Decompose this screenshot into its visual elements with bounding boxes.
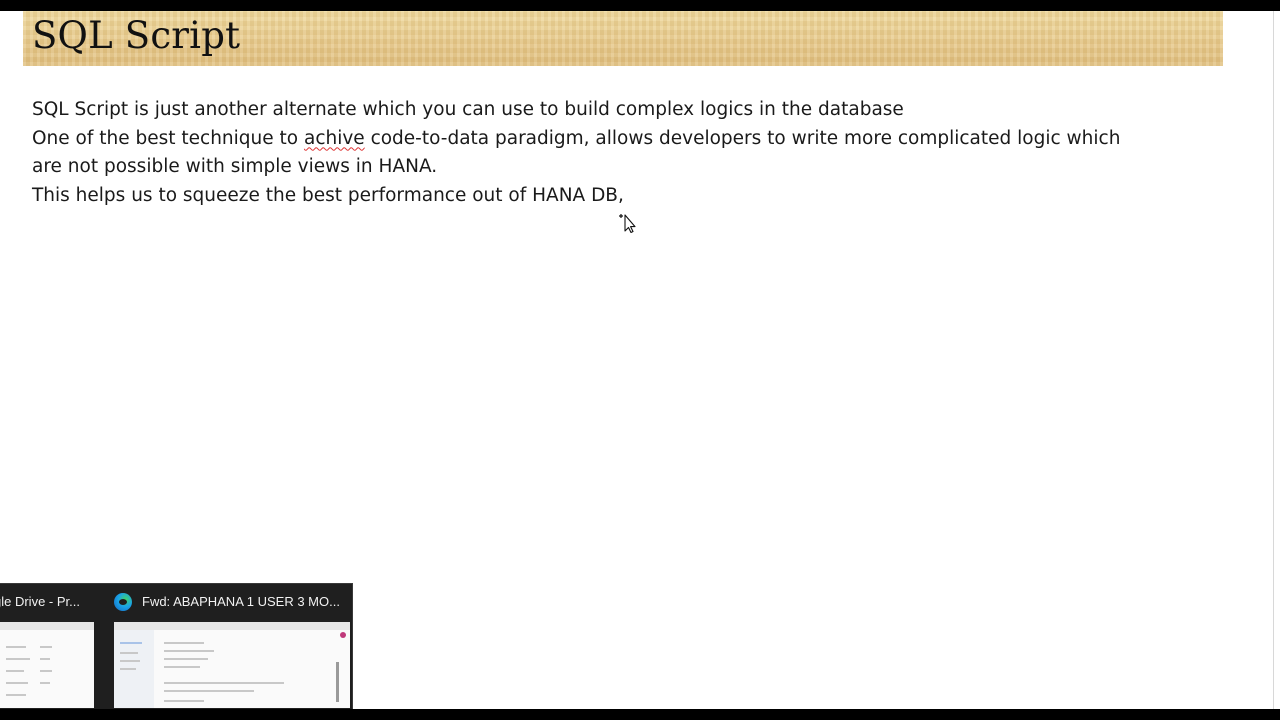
thumb-avatar-icon (340, 632, 346, 638)
body-line-2-end: code-to-data paradigm, allows developers… (364, 127, 1121, 149)
thumb-row (164, 666, 200, 668)
slide-title: SQL Script (32, 14, 241, 57)
thumb-row (120, 668, 136, 670)
misspelled-word[interactable]: achive (304, 128, 365, 149)
thumb-scrollbar (336, 662, 339, 702)
thumb-row (164, 682, 284, 684)
thumb-row (6, 658, 30, 660)
thumb-row (120, 660, 140, 662)
preview-item-email[interactable]: Fwd: ABAPHANA 1 USER 3 MO... (108, 584, 350, 710)
window-right-edge (1273, 11, 1274, 709)
thumb-row (164, 650, 214, 652)
thumb-row (40, 658, 50, 660)
thumb-toolbar (0, 622, 94, 630)
thumb-toolbar (114, 622, 350, 630)
preview-thumbnail-email[interactable] (114, 622, 350, 708)
body-line-3: are not possible with simple views in HA… (32, 156, 438, 178)
preview-thumbnail-google-drive[interactable] (0, 622, 94, 708)
preview-item-google-drive[interactable]: gle Drive - Pr... (0, 584, 96, 710)
thumb-row (164, 690, 254, 692)
edge-browser-icon (114, 593, 132, 611)
thumb-row (164, 700, 204, 702)
body-line-2-start: One of the best technique to (32, 127, 304, 149)
thumb-row (164, 642, 204, 644)
thumb-row (6, 682, 28, 684)
taskbar-thumbnail-preview: gle Drive - Pr... Fwd: ABAPHANA 1 USER 3… (0, 583, 353, 710)
top-black-bar (0, 0, 1280, 11)
title-banner: SQL Script (23, 11, 1223, 66)
thumb-row (40, 682, 50, 684)
preview-title-email: Fwd: ABAPHANA 1 USER 3 MO... (142, 594, 340, 609)
thumb-row (6, 670, 24, 672)
slide-body: SQL Script is just another alternate whi… (32, 96, 1232, 211)
thumb-row (40, 646, 52, 648)
bottom-black-bar (0, 709, 1280, 720)
body-line-1: SQL Script is just another alternate whi… (32, 99, 904, 120)
thumb-row (120, 642, 142, 644)
thumb-row (120, 652, 138, 654)
thumb-row (40, 670, 52, 672)
body-line-2: One of the best technique to achive code… (32, 125, 1232, 154)
thumb-row (164, 658, 208, 660)
body-line-4: This helps us to squeeze the best perfor… (32, 185, 624, 207)
mouse-cursor-icon (619, 214, 636, 233)
thumb-row (6, 694, 26, 696)
thumb-row (6, 646, 26, 648)
preview-title-google-drive: gle Drive - Pr... (0, 594, 80, 609)
